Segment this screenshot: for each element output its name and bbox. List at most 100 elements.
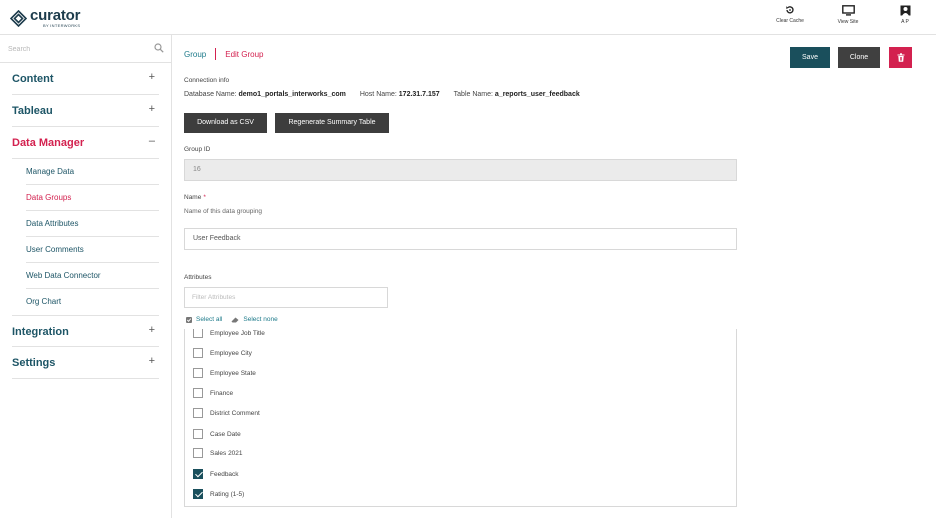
user-initials: A P xyxy=(901,19,909,25)
clear-cache-label: Clear Cache xyxy=(776,18,804,24)
attribute-item[interactable]: Employee City xyxy=(193,345,252,361)
selection-links: Select all Select none xyxy=(186,316,287,323)
user-menu-button[interactable]: A P xyxy=(882,5,928,25)
save-button[interactable]: Save xyxy=(790,47,830,68)
breadcrumb-group-link[interactable]: Group xyxy=(184,50,206,59)
attribute-item[interactable]: Sales 2021 xyxy=(193,445,243,461)
attribute-label: District Comment xyxy=(210,409,260,417)
sidebar-item-settings[interactable]: Settings + xyxy=(12,347,159,379)
download-csv-button[interactable]: Download as CSV xyxy=(184,113,267,133)
top-bar: curator BY INTERWORKS Clear Cache View S… xyxy=(0,0,936,35)
attribute-label: Feedback xyxy=(210,470,239,478)
attribute-checkbox[interactable] xyxy=(193,368,203,378)
trash-icon xyxy=(897,52,904,62)
group-id-label: Group ID xyxy=(184,146,211,153)
attribute-label: Finance xyxy=(210,389,234,397)
sidebar: Content + Tableau + Data Manager – Manag… xyxy=(0,35,172,518)
sidebar-item-integration[interactable]: Integration + xyxy=(12,315,159,347)
sidebar-subitem-user-comments[interactable]: User Comments xyxy=(26,237,159,263)
sidebar-item-label: Data Manager xyxy=(12,137,85,149)
attribute-item[interactable]: Finance xyxy=(193,385,233,401)
breadcrumb-current: Edit Group xyxy=(225,49,264,59)
expand-icon[interactable]: + xyxy=(149,71,155,83)
name-label: Name xyxy=(184,194,202,201)
attribute-item[interactable]: Rating (1-5) xyxy=(193,486,244,502)
sidebar-item-label: Tableau xyxy=(12,105,53,117)
attribute-label: Case Date xyxy=(210,430,241,438)
table-name-value: a_reports_user_feedback xyxy=(494,91,580,98)
attribute-item[interactable]: Employee Job Title xyxy=(193,329,265,341)
regenerate-summary-button[interactable]: Regenerate Summary Table xyxy=(275,113,389,133)
expand-icon[interactable]: + xyxy=(149,103,155,115)
sidebar-subitem-label: Org Chart xyxy=(26,297,62,306)
group-id-field: 16 xyxy=(184,159,737,181)
sidebar-item-tableau[interactable]: Tableau + xyxy=(12,95,159,127)
curator-logo-icon xyxy=(10,9,27,27)
sidebar-subitem-label: Data Attributes xyxy=(26,219,79,228)
clear-cache-button[interactable]: Clear Cache xyxy=(767,5,813,24)
filter-attributes-input[interactable] xyxy=(184,287,388,308)
name-field[interactable]: User Feedback xyxy=(184,228,737,250)
attribute-checkbox[interactable] xyxy=(193,348,203,358)
attribute-checkbox-checked[interactable] xyxy=(193,489,203,499)
attribute-checkbox[interactable] xyxy=(193,448,203,458)
sidebar-subitem-web-data-connector[interactable]: Web Data Connector xyxy=(26,263,159,289)
attribute-label: Employee State xyxy=(210,369,256,377)
clone-button[interactable]: Clone xyxy=(838,47,880,68)
table-name-label: Table Name: xyxy=(453,91,493,98)
select-all-link[interactable]: Select all xyxy=(186,316,222,323)
attribute-label: Rating (1-5) xyxy=(210,490,245,498)
attribute-label: Employee Job Title xyxy=(210,329,265,337)
search-input[interactable] xyxy=(8,41,148,57)
sidebar-item-label: Settings xyxy=(12,357,56,369)
database-name-value: demo1_portals_interworks_com xyxy=(238,91,346,98)
attribute-checkbox-checked[interactable] xyxy=(193,469,203,479)
view-site-label: View Site xyxy=(837,19,859,25)
view-site-button[interactable]: View Site xyxy=(825,5,871,25)
select-all-label: Select all xyxy=(196,316,223,323)
database-name-label: Database Name: xyxy=(184,91,237,98)
search-icon[interactable] xyxy=(154,43,164,53)
host-name-label: Host Name: xyxy=(359,91,397,98)
breadcrumb-separator xyxy=(215,48,217,60)
attributes-list[interactable]: Employee Job Title Employee City Employe… xyxy=(184,329,737,507)
attribute-item[interactable]: District Comment xyxy=(193,405,260,421)
logo-name: curator xyxy=(30,7,81,24)
eraser-icon xyxy=(231,317,239,322)
monitor-icon xyxy=(841,5,855,16)
sidebar-subitem-label: Manage Data xyxy=(26,167,75,176)
sidebar-subitem-org-chart[interactable]: Org Chart xyxy=(26,289,159,315)
name-label-row: Name * xyxy=(184,194,206,201)
collapse-icon[interactable]: – xyxy=(149,135,155,147)
sidebar-item-label: Integration xyxy=(12,326,69,338)
sidebar-subitem-data-groups[interactable]: Data Groups xyxy=(26,185,159,211)
required-mark: * xyxy=(203,194,206,201)
sidebar-item-data-manager[interactable]: Data Manager – xyxy=(12,127,159,159)
attribute-item[interactable]: Employee State xyxy=(193,365,256,381)
host-name-value: 172.31.7.157 xyxy=(398,91,440,98)
sidebar-subitem-label: Web Data Connector xyxy=(26,271,101,280)
sidebar-subitem-manage-data[interactable]: Manage Data xyxy=(26,159,159,185)
attribute-checkbox[interactable] xyxy=(193,408,203,418)
connection-info: Database Name: demo1_portals_interworks_… xyxy=(184,91,594,98)
name-help-text: Name of this data grouping xyxy=(184,208,263,215)
sidebar-search xyxy=(0,35,171,63)
delete-button[interactable] xyxy=(889,47,912,68)
expand-icon[interactable]: + xyxy=(149,324,155,336)
expand-icon[interactable]: + xyxy=(149,355,155,367)
sidebar-subitem-data-attributes[interactable]: Data Attributes xyxy=(26,211,159,237)
connection-info-heading: Connection info xyxy=(184,77,230,84)
select-none-link[interactable]: Select none xyxy=(231,316,278,323)
attribute-item[interactable]: Feedback xyxy=(193,466,239,482)
attribute-checkbox[interactable] xyxy=(193,388,203,398)
breadcrumb: Group Edit Group xyxy=(184,48,263,60)
logo-subtitle: BY INTERWORKS xyxy=(43,23,81,28)
attribute-label: Employee City xyxy=(210,349,252,357)
sidebar-item-content[interactable]: Content + xyxy=(12,63,159,95)
attribute-checkbox[interactable] xyxy=(193,329,203,338)
attribute-checkbox[interactable] xyxy=(193,429,203,439)
sidebar-subitem-label: Data Groups xyxy=(26,193,72,202)
checkbox-icon xyxy=(186,316,192,323)
attribute-item[interactable]: Case Date xyxy=(193,426,241,442)
curator-logo[interactable]: curator BY INTERWORKS xyxy=(10,8,80,28)
